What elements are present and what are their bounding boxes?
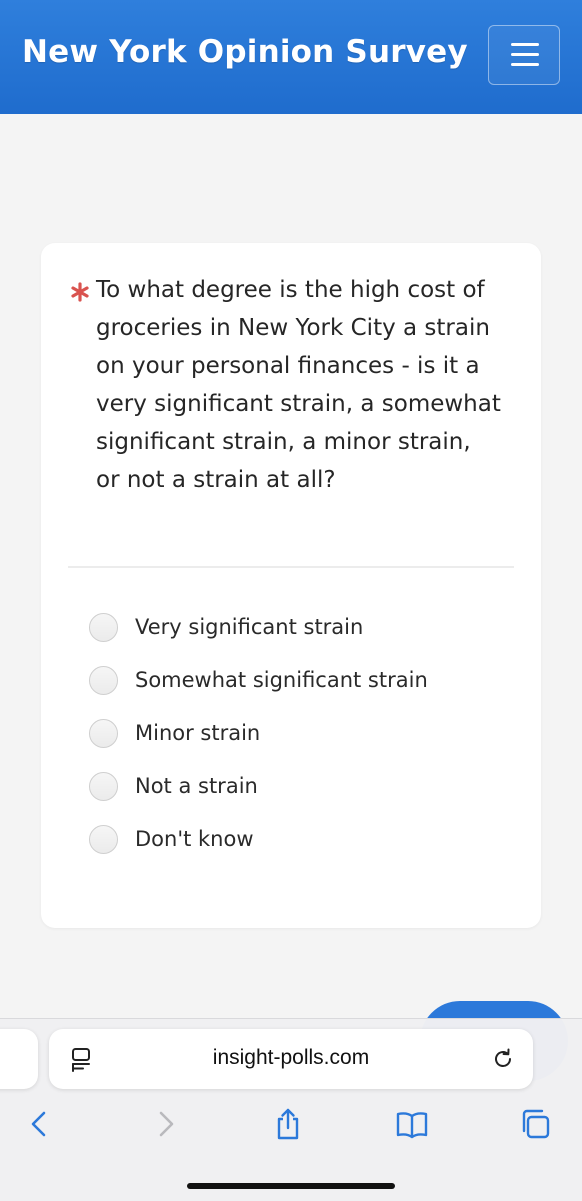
url-text[interactable]: insight-polls.com <box>49 1046 533 1070</box>
option-label[interactable]: Very significant strain <box>135 615 363 639</box>
previous-tab-preview[interactable] <box>0 1029 38 1089</box>
option-very-significant-strain[interactable]: Very significant strain <box>89 609 509 649</box>
radio-button[interactable] <box>89 666 118 695</box>
share-icon[interactable] <box>271 1107 305 1141</box>
radio-button[interactable] <box>89 719 118 748</box>
option-label[interactable]: Don't know <box>135 827 254 851</box>
question-card: To what degree is the high cost of groce… <box>41 243 541 928</box>
browser-toolbar: insight-polls.com <box>0 1018 582 1201</box>
back-icon[interactable] <box>22 1107 56 1141</box>
option-label[interactable]: Minor strain <box>135 721 260 745</box>
option-label[interactable]: Not a strain <box>135 774 258 798</box>
radio-button[interactable] <box>89 772 118 801</box>
tabs-icon[interactable] <box>518 1107 552 1141</box>
reload-icon[interactable] <box>491 1047 515 1071</box>
option-minor-strain[interactable]: Minor strain <box>89 715 509 755</box>
option-somewhat-significant-strain[interactable]: Somewhat significant strain <box>89 662 509 702</box>
hamburger-menu-icon-bar <box>511 63 539 66</box>
home-indicator <box>187 1183 395 1189</box>
radio-button[interactable] <box>89 613 118 642</box>
hamburger-menu-icon-bar <box>511 53 539 56</box>
asterisk-icon <box>71 282 89 302</box>
site-title[interactable]: New York Opinion Survey <box>22 34 468 70</box>
hamburger-menu-icon <box>511 43 539 46</box>
address-bar[interactable]: insight-polls.com <box>49 1029 533 1089</box>
bookmarks-icon[interactable] <box>395 1107 429 1141</box>
option-not-a-strain[interactable]: Not a strain <box>89 768 509 808</box>
question-text: To what degree is the high cost of groce… <box>96 277 501 493</box>
radio-button[interactable] <box>89 825 118 854</box>
divider <box>68 566 514 568</box>
app-header: New York Opinion Survey <box>0 0 582 114</box>
forward-icon[interactable] <box>149 1107 183 1141</box>
option-dont-know[interactable]: Don't know <box>89 821 509 861</box>
option-label[interactable]: Somewhat significant strain <box>135 668 428 692</box>
menu-button[interactable] <box>488 25 560 85</box>
